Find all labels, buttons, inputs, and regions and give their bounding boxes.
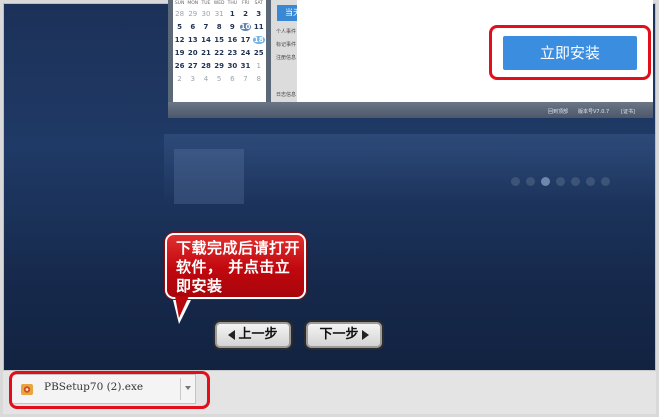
calendar-week-row: 26 27 28 29 30 31 1 xyxy=(173,60,266,73)
calendar-weekday: SUN xyxy=(174,1,185,6)
calendar-day[interactable]: 2 xyxy=(239,8,252,21)
note-item: 注册信息 xyxy=(276,55,297,61)
calendar-day[interactable]: 3 xyxy=(186,73,199,86)
notes-panel: 当天 个人事件 标记事件 注册信息 日志信息 xyxy=(271,0,297,102)
footer-link-version[interactable]: 版本号V7.0.7 xyxy=(578,108,609,115)
tooltip-tail-fill xyxy=(175,296,189,318)
calendar-day[interactable]: 16 xyxy=(226,34,239,47)
calendar-day[interactable]: 9 xyxy=(226,21,239,34)
calendar-week-row: 2345678 xyxy=(173,73,266,86)
calendar-day[interactable]: 12 xyxy=(173,34,186,47)
calendar-day[interactable]: 13 xyxy=(186,34,199,47)
calendar-day[interactable]: 11 xyxy=(252,21,265,34)
background-card xyxy=(174,149,244,204)
slider-dot[interactable] xyxy=(601,177,610,186)
calendar-day[interactable]: 31 xyxy=(239,60,252,73)
calendar-day[interactable]: 10 xyxy=(239,21,252,34)
calendar-grid: 28 29 30 31 1 2 3 5 6 7 8 9 10 11 12 13 14 15 16 17 18 19 20 21… xyxy=(173,8,266,86)
note-item: 日志信息 xyxy=(276,92,297,98)
slider-dot[interactable] xyxy=(526,177,535,186)
note-item: 个人事件 xyxy=(276,29,297,35)
calendar-weekday: THU xyxy=(227,1,238,6)
calendar-weekday: FRI xyxy=(242,1,250,6)
left-arrow-icon xyxy=(228,330,236,340)
calendar-day[interactable]: 5 xyxy=(173,21,186,34)
download-item-highlight xyxy=(9,371,210,409)
next-step-label: 下一步 xyxy=(319,327,359,342)
next-step-button[interactable]: 下一步 xyxy=(306,322,382,348)
calendar-day[interactable]: 30 xyxy=(199,8,212,21)
slider-dot-active[interactable] xyxy=(541,177,550,186)
calendar-day[interactable]: 8 xyxy=(213,21,226,34)
calendar-day[interactable]: 25 xyxy=(252,47,265,60)
note-item: 标记事件 xyxy=(276,42,297,48)
calendar-day[interactable]: 29 xyxy=(213,60,226,73)
calendar-day[interactable]: 27 xyxy=(186,60,199,73)
calendar-day[interactable]: 21 xyxy=(199,47,212,60)
slider-dot[interactable] xyxy=(556,177,565,186)
calendar-day[interactable]: 24 xyxy=(239,47,252,60)
tooltip-text: 下载完成后请打开软件， 并点击立即安装 xyxy=(176,239,301,295)
calendar-day[interactable]: 2 xyxy=(173,73,186,86)
calendar-weekday: TUE xyxy=(201,1,211,6)
calendar-day[interactable]: 31 xyxy=(213,8,226,21)
footer-link-top[interactable]: 回到顶部 xyxy=(548,108,568,115)
calendar-day[interactable]: 7 xyxy=(199,21,212,34)
calendar-day[interactable]: 1 xyxy=(226,8,239,21)
calendar-day[interactable]: 19 xyxy=(173,47,186,60)
calendar-day[interactable]: 29 xyxy=(186,8,199,21)
notes-tab-today: 当天 xyxy=(277,5,297,21)
calendar-week-row: 19 20 21 22 23 24 25 xyxy=(173,47,266,60)
calendar-day[interactable]: 6 xyxy=(186,21,199,34)
calendar-day[interactable]: 22 xyxy=(213,47,226,60)
install-button-highlight xyxy=(489,25,651,80)
calendar-day[interactable]: 8 xyxy=(252,73,265,86)
calendar-day[interactable]: 30 xyxy=(226,60,239,73)
footer-link-cert[interactable]: [证书] xyxy=(621,108,635,115)
calendar-day[interactable]: 28 xyxy=(199,60,212,73)
prev-step-label: 上一步 xyxy=(238,327,278,342)
calendar-day[interactable]: 28 xyxy=(173,8,186,21)
calendar-day[interactable]: 5 xyxy=(213,73,226,86)
calendar-day[interactable]: 4 xyxy=(199,73,212,86)
calendar-day[interactable]: 18 xyxy=(252,34,265,47)
calendar-weekday: SAT xyxy=(254,1,263,6)
calendar-day[interactable]: 15 xyxy=(213,34,226,47)
right-arrow-icon xyxy=(361,330,369,340)
calendar-week-row: 5 6 7 8 9 10 11 xyxy=(173,21,266,34)
calendar-weekday: WED xyxy=(213,1,225,6)
calendar-weekday-header: SUN MON TUE WED THU FRI SAT xyxy=(173,0,266,8)
prev-step-button[interactable]: 上一步 xyxy=(215,322,291,348)
calendar-day[interactable]: 7 xyxy=(239,73,252,86)
slider-pagination xyxy=(511,177,610,186)
slider-dot[interactable] xyxy=(571,177,580,186)
calendar-widget: SUN MON TUE WED THU FRI SAT 28 29 30 31 1 2 3 5 6 7 8 9 10… xyxy=(173,0,266,102)
calendar-day[interactable]: 23 xyxy=(226,47,239,60)
calendar-day[interactable]: 26 xyxy=(173,60,186,73)
calendar-week-row: 12 13 14 15 16 17 18 xyxy=(173,34,266,47)
calendar-day[interactable]: 14 xyxy=(199,34,212,47)
calendar-day[interactable]: 6 xyxy=(226,73,239,86)
slider-dot[interactable] xyxy=(511,177,520,186)
slider-dot[interactable] xyxy=(586,177,595,186)
calendar-weekday: MON xyxy=(187,1,199,6)
calendar-day[interactable]: 17 xyxy=(239,34,252,47)
calendar-day[interactable]: 3 xyxy=(252,8,265,21)
calendar-week-row: 28 29 30 31 1 2 3 xyxy=(173,8,266,21)
instruction-tooltip: 下载完成后请打开软件， 并点击立即安装 xyxy=(165,233,306,299)
calendar-day[interactable]: 20 xyxy=(186,47,199,60)
calendar-day[interactable]: 1 xyxy=(252,60,265,73)
